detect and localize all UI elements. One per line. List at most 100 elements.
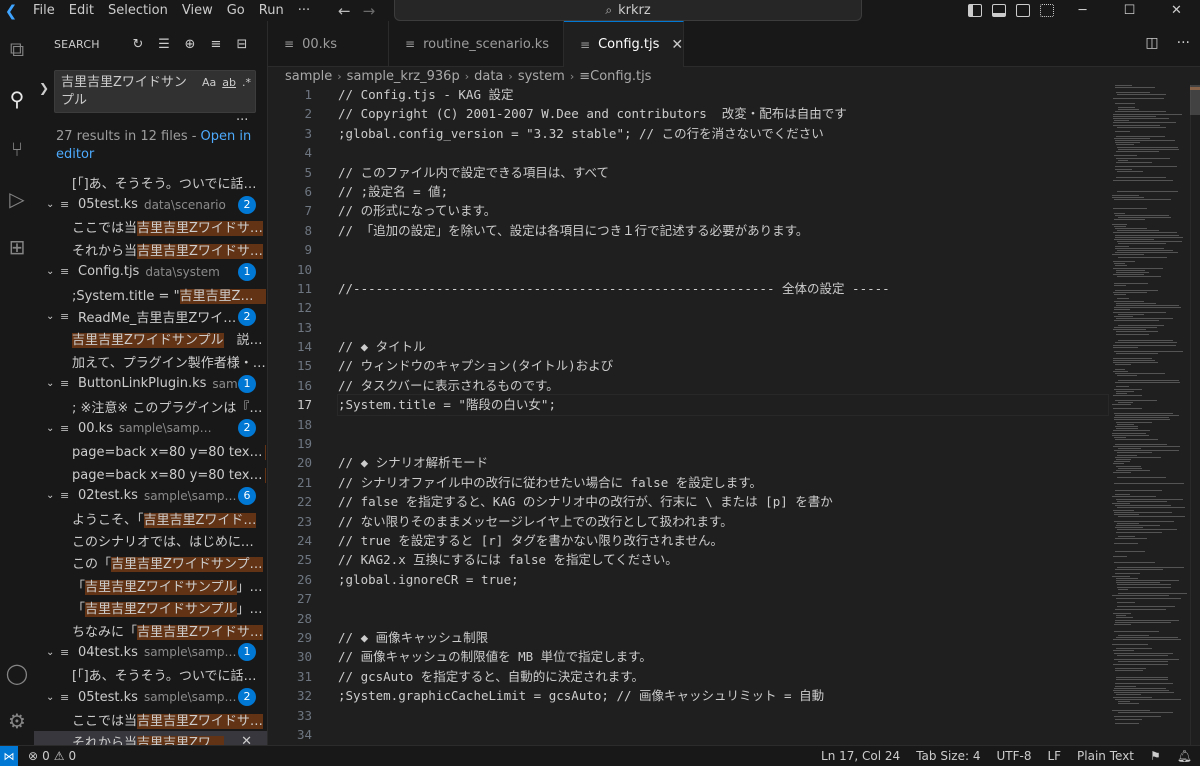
settings-gear-icon[interactable]: ⚙ (0, 701, 34, 741)
code-line[interactable]: ;global.ignoreCR = true; (338, 570, 1108, 589)
tab-0[interactable]: ≡ 00.ks (268, 21, 389, 67)
result-file[interactable]: ⌄ ≡ Config.tjs data\system 1 (34, 261, 267, 283)
notifications-bell-icon[interactable]: 🔔︎ (1177, 749, 1192, 763)
code-line[interactable] (338, 318, 1108, 337)
result-match[interactable]: ようこそ、「吉里吉里Zワイド… (34, 507, 267, 529)
result-file[interactable]: ⌄≡ 05test.ks sample\sample_…2 (34, 686, 267, 708)
chevron-down-icon[interactable]: ⌄ (46, 199, 60, 210)
code-line[interactable] (338, 143, 1108, 162)
code-line[interactable]: // の形式になっています。 (338, 201, 1108, 220)
code-line[interactable]: // 画像キャッシュの制限値を MB 単位で指定します。 (338, 647, 1108, 666)
result-file[interactable]: ⌄≡ 04test.ks sample\sample_…1 (34, 641, 267, 663)
toggle-secondary-sidebar-icon[interactable] (1016, 4, 1030, 17)
result-match[interactable]: それから当吉里吉里Zワ… ✕ (34, 730, 267, 745)
menu-item[interactable]: File (26, 0, 62, 21)
result-match[interactable]: ちなみに「吉里吉里Zワイドサ… (34, 619, 267, 641)
extensions-icon[interactable]: ⊞ (0, 227, 34, 267)
end-of-line[interactable]: LF (1047, 749, 1061, 763)
code-line[interactable]: // タスクバーに表示されるものです。 (338, 376, 1108, 395)
remote-indicator-icon[interactable]: ⋈ (0, 745, 18, 766)
regex-toggle[interactable]: .* (242, 74, 251, 92)
result-match[interactable]: それから当吉里吉里Zワイドサ… (34, 238, 267, 260)
result-match[interactable]: 加えて、プラグイン製作者様・… (34, 350, 267, 372)
toggle-search-details-icon[interactable]: ··· (236, 113, 248, 128)
minimap[interactable] (1112, 85, 1190, 745)
result-match[interactable]: 「吉里吉里Zワイドサンプル」… (34, 596, 267, 618)
result-match[interactable]: この「吉里吉里Zワイドサンプ… (34, 552, 267, 574)
menu-item[interactable]: ··· (291, 0, 317, 21)
refresh-icon[interactable]: ↻ (130, 38, 146, 52)
toggle-replace-chevron-icon[interactable]: ❯ (39, 81, 49, 95)
result-match[interactable]: ここでは当吉里吉里Zワイドサ… (34, 708, 267, 730)
toggle-panel-icon[interactable] (992, 4, 1006, 17)
dismiss-result-icon[interactable]: ✕ (241, 734, 252, 745)
split-editor-icon[interactable]: ◫ (1145, 35, 1158, 51)
code-line[interactable] (338, 706, 1108, 725)
result-match[interactable]: [「]あ、そうそう。ついでに話… (34, 664, 267, 686)
chevron-down-icon[interactable]: ⌄ (46, 647, 60, 658)
result-match[interactable]: 吉里吉里Zワイドサンプル 説… (34, 328, 267, 350)
result-match[interactable]: [「]あ、そうそう。ついでに話… (34, 171, 267, 193)
customize-layout-icon[interactable] (1040, 4, 1054, 17)
search-input[interactable]: 吉里吉里Zワイドサンプル Aa ab .* (54, 70, 256, 113)
chevron-down-icon[interactable]: ⌄ (46, 490, 60, 501)
result-match[interactable]: page=back x=80 y=80 text=吉… (34, 440, 267, 462)
back-arrow-icon[interactable]: ← (338, 2, 351, 20)
result-file[interactable]: ⌄ ≡ ButtonLinkPlugin.ks sam… 1 (34, 373, 267, 395)
command-center[interactable]: ⌕ krkrz (394, 0, 862, 21)
code-line[interactable] (338, 260, 1108, 279)
code-line[interactable] (338, 589, 1108, 608)
collapse-all-icon[interactable]: ⊟ (234, 38, 250, 52)
explorer-icon[interactable]: ⧉ (0, 29, 34, 69)
copilot-icon[interactable]: ⚑ (1150, 749, 1161, 763)
code-line[interactable]: // 「追加の設定」を除いて、設定は各項目につき１行で記述する必要があります。 (338, 221, 1108, 240)
run-debug-icon[interactable]: ▷ (0, 179, 34, 219)
code-line[interactable]: // Config.tjs - KAG 設定 (338, 85, 1108, 104)
code-line[interactable] (338, 609, 1108, 628)
menu-item[interactable]: View (175, 0, 220, 21)
code-line[interactable]: // ウィンドウのキャプション(タイトル)および (338, 356, 1108, 375)
tab-2[interactable]: ≡ Config.tjs ✕ (564, 21, 684, 67)
close-window-icon[interactable]: ✕ (1153, 0, 1200, 21)
chevron-down-icon[interactable]: ⌄ (46, 311, 60, 322)
chevron-down-icon[interactable]: ⌄ (46, 266, 60, 277)
breadcrumb-item[interactable]: system (518, 69, 565, 84)
code-line[interactable] (338, 240, 1108, 259)
breadcrumb-item[interactable]: data (474, 69, 503, 84)
breadcrumb-item[interactable]: Config.tjs (590, 69, 651, 84)
encoding[interactable]: UTF-8 (996, 749, 1031, 763)
forward-arrow-icon[interactable]: → (363, 2, 376, 20)
scrollbar-thumb[interactable] (1190, 85, 1200, 115)
result-match[interactable]: ;System.title = "吉里吉里Zワイ… (34, 283, 267, 305)
chevron-down-icon[interactable]: ⌄ (46, 378, 60, 389)
tab-1[interactable]: ≡ routine_scenario.ks (389, 21, 564, 67)
account-icon[interactable]: ◯ (0, 653, 34, 693)
code-line[interactable]: ;System.graphicCacheLimit = gcsAuto; // … (338, 686, 1108, 705)
code-line[interactable]: // Copyright (C) 2001-2007 W.Dee and con… (338, 104, 1108, 123)
result-file[interactable]: ⌄≡ 00.ks sample\sample_krz_… 2 (34, 417, 267, 439)
language-mode[interactable]: Plain Text (1077, 749, 1134, 763)
menu-item[interactable]: Go (220, 0, 252, 21)
result-match[interactable]: page=back x=80 y=80 text=吉… (34, 462, 267, 484)
code-editor[interactable]: 1 2 3 4 5 6 7 8 9 10 11 12 13 14 15 16 17 18 19 20 21 22 23 24 2… (268, 85, 1200, 745)
toggle-primary-sidebar-icon[interactable] (968, 4, 982, 17)
more-actions-icon[interactable]: ··· (1177, 35, 1190, 51)
chevron-down-icon[interactable]: ⌄ (46, 692, 60, 703)
code-line[interactable] (338, 415, 1108, 434)
code-line[interactable]: // gcsAuto を指定すると、自動的に決定されます。 (338, 667, 1108, 686)
code-line[interactable]: // false を指定すると、KAG のシナリオ中の改行が、行末に \ または… (338, 492, 1108, 511)
result-match[interactable]: ; ※注意※ このプラグインは『… (34, 395, 267, 417)
minimize-icon[interactable]: ─ (1059, 0, 1106, 21)
chevron-down-icon[interactable]: ⌄ (46, 423, 60, 434)
problems-indicator[interactable]: ⊗ 0 ⚠ 0 (28, 749, 76, 763)
breadcrumb-item[interactable]: sample (285, 69, 332, 84)
match-case-toggle[interactable]: Aa (202, 74, 216, 92)
menu-item[interactable]: Run (252, 0, 291, 21)
code-line[interactable] (338, 725, 1108, 744)
code-line[interactable]: // ない限りそのままメッセージレイヤ上での改行として扱われます。 (338, 512, 1108, 531)
code-line[interactable]: // true を設定すると [r] タグを書かない限り改行されません。 (338, 531, 1108, 550)
indentation[interactable]: Tab Size: 4 (916, 749, 980, 763)
search-activity-icon[interactable]: ⚲ (0, 79, 34, 119)
result-file[interactable]: ⌄ ≡ 05test.ks data\scenario 2 (34, 193, 267, 215)
code-line[interactable]: // ;設定名 = 値; (338, 182, 1108, 201)
